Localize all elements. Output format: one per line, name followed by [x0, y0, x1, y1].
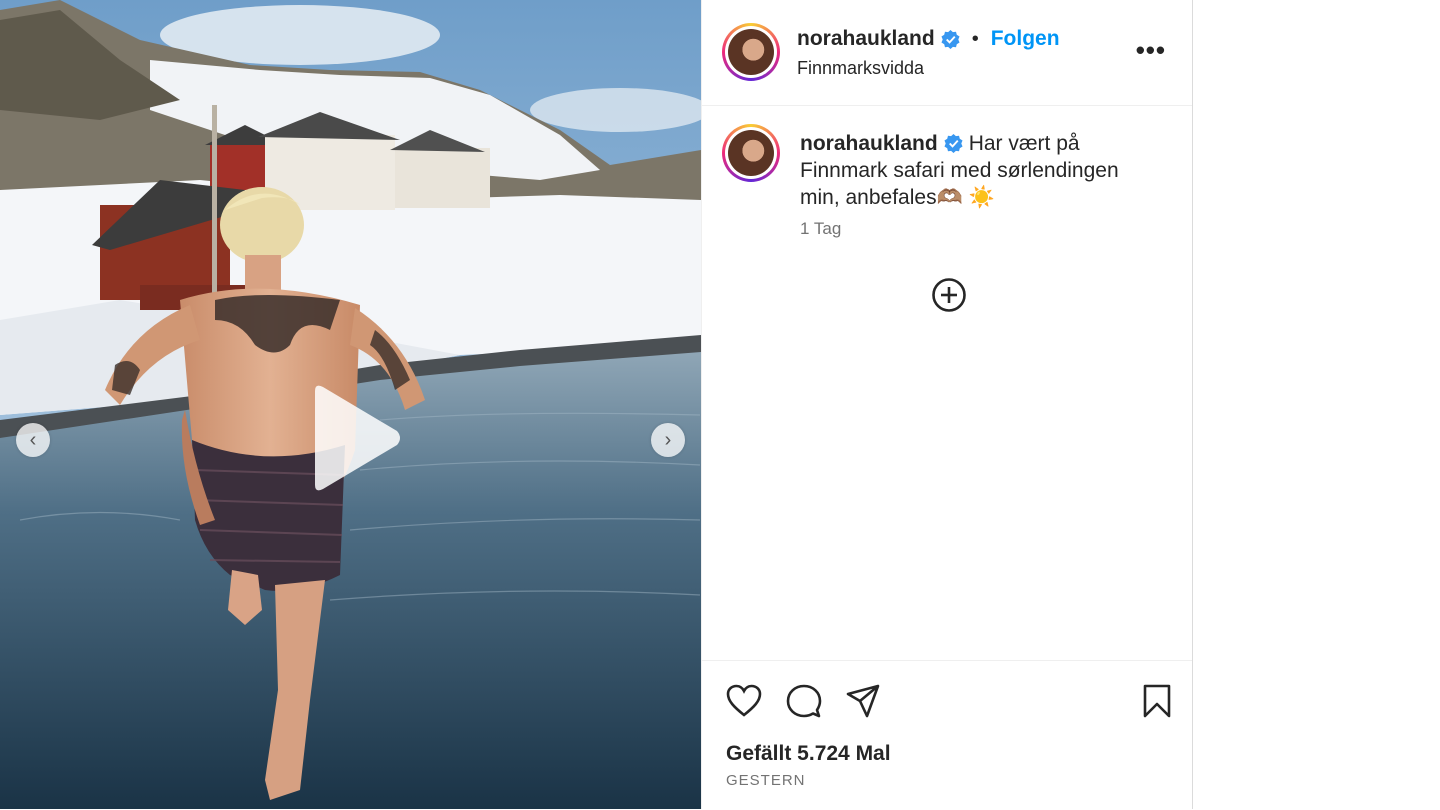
post-date: GESTERN — [726, 772, 806, 789]
caption: norahaukland Har vært på Finnmark safari… — [800, 130, 1160, 211]
verified-badge-icon — [941, 29, 960, 49]
caption-avatar[interactable] — [722, 124, 780, 182]
caption-username[interactable]: norahaukland — [800, 132, 938, 155]
verified-badge-icon — [944, 134, 963, 153]
post-side-panel: norahaukland • Folgen Finnmarksvidda •••… — [701, 0, 1193, 809]
previous-media-button[interactable]: ‹ — [16, 423, 50, 457]
like-count[interactable]: Gefällt 5.724 Mal — [726, 742, 891, 766]
avatar[interactable] — [722, 23, 780, 81]
location-link[interactable]: Finnmarksvidda — [797, 58, 924, 79]
profile-picture — [728, 29, 774, 75]
chevron-left-icon: ‹ — [29, 428, 37, 451]
add-comment-icon[interactable] — [931, 277, 967, 313]
bookmark-icon[interactable] — [1139, 683, 1175, 719]
more-options-icon[interactable]: ••• — [1136, 37, 1166, 63]
share-icon[interactable] — [845, 683, 881, 719]
instagram-post: ‹ › norahaukland • Folgen Finnmarksvidda… — [0, 0, 1194, 809]
username-link[interactable]: norahaukland — [797, 27, 935, 51]
comment-icon[interactable] — [786, 683, 822, 719]
post-media[interactable]: ‹ › — [0, 0, 701, 809]
post-actions: Gefällt 5.724 Mal GESTERN — [702, 660, 1192, 810]
next-media-button[interactable]: › — [651, 423, 685, 457]
comments-section: norahaukland Har vært på Finnmark safari… — [702, 106, 1192, 661]
play-icon[interactable] — [305, 383, 405, 493]
separator-dot: • — [971, 27, 979, 50]
follow-button[interactable]: Folgen — [991, 27, 1060, 51]
post-header: norahaukland • Folgen Finnmarksvidda ••• — [702, 0, 1192, 106]
post-time: 1 Tag — [800, 219, 842, 238]
profile-picture — [728, 130, 774, 176]
chevron-right-icon: › — [664, 428, 672, 451]
heart-icon[interactable] — [726, 683, 762, 719]
